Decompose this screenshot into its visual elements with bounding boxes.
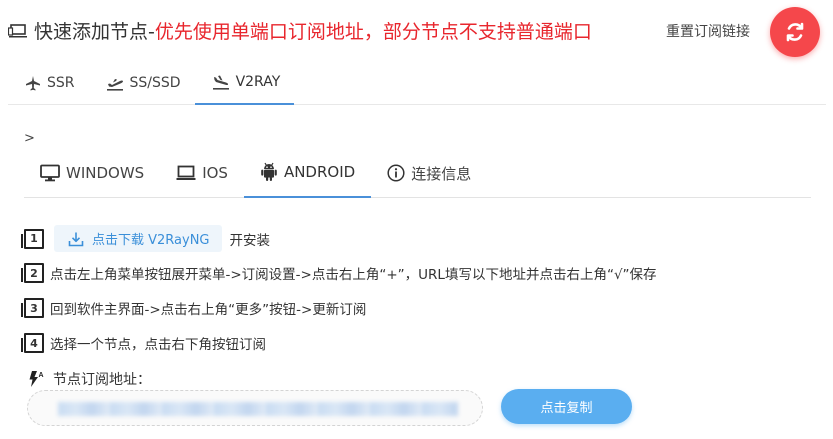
download-button-label: 点击下载 V2RayNG (92, 233, 210, 248)
monitor-icon (40, 164, 60, 182)
tab-ios[interactable]: IOS (160, 148, 244, 198)
copy-button[interactable]: 点击复制 (501, 389, 632, 424)
step-3-text: 回到软件主界面->点击右上角“更多”按钮->更新订阅 (50, 302, 367, 318)
download-icon (68, 232, 84, 246)
tab-android-label: ANDROID (283, 163, 356, 181)
step-number: 4 (21, 333, 44, 353)
tab-connection-info[interactable]: 连接信息 (371, 148, 487, 198)
step-1-text: 开安装 (229, 232, 271, 249)
step-number: 1 (21, 228, 44, 249)
auto-flash-icon: A (29, 371, 44, 387)
info-icon (387, 164, 405, 182)
tab-connection-info-label: 连接信息 (411, 164, 472, 183)
step-1: 1 点击下载 V2RayNG 开安装 (21, 225, 271, 252)
subscription-label-text: 节点订阅地址： (53, 372, 151, 388)
refresh-button[interactable] (770, 7, 820, 57)
airplane-icon (26, 75, 40, 90)
tab-v2ray[interactable]: V2RAY (194, 60, 295, 105)
laptop-icon (8, 23, 27, 37)
step-number: 2 (21, 263, 44, 283)
title-warning: 优先使用单端口订阅地址，部分节点不支持普通端口 (154, 21, 592, 43)
download-v2rayng-button[interactable]: 点击下载 V2RayNG (54, 225, 222, 252)
step-3: 3 回到软件主界面->点击右上角“更多”按钮->更新订阅 (21, 298, 367, 318)
step-2-text: 点击左上角菜单按钮展开菜单->订阅设置->点击右上角“+”，URL填写以下地址并… (50, 267, 657, 283)
tab-ssr[interactable]: SSR (8, 60, 89, 105)
svg-text:A: A (39, 372, 44, 379)
step-2: 2 点击左上角菜单按钮展开菜单->订阅设置->点击右上角“+”，URL填写以下地… (21, 263, 657, 283)
page-title: 快速添加节点- 优先使用单端口订阅地址，部分节点不支持普通端口 (8, 17, 592, 44)
subscription-url-field[interactable] (27, 390, 483, 426)
tab-ios-label: IOS (202, 164, 228, 182)
breadcrumb: > (24, 131, 35, 146)
step-4-text: 选择一个节点，点击右下角按钮订阅 (50, 337, 266, 353)
tab-ss-ssd[interactable]: SS/SSD (89, 60, 195, 105)
tab-windows[interactable]: WINDOWS (24, 148, 160, 198)
title-prefix: 快速添加节点- (34, 21, 155, 43)
blurred-url (58, 402, 458, 416)
tab-ss-ssd-label: SS/SSD (129, 74, 181, 91)
tab-windows-label: WINDOWS (66, 164, 145, 182)
os-tabs: WINDOWS IOS ANDROID 连接信息 (24, 148, 811, 198)
tab-ssr-label: SSR (47, 74, 75, 91)
laptop-icon (176, 165, 196, 180)
reset-subscription-link[interactable]: 重置订阅链接 (666, 21, 750, 41)
step-4: 4 选择一个节点，点击右下角按钮订阅 (21, 333, 266, 353)
protocol-tabs: SSR SS/SSD V2RAY (8, 60, 826, 105)
header: 快速添加节点- 优先使用单端口订阅地址，部分节点不支持普通端口 重置订阅链接 (0, 0, 833, 60)
android-icon (261, 162, 277, 181)
subscription-address-label: A 节点订阅地址： (27, 369, 151, 389)
airplane-landing-icon (212, 75, 229, 90)
refresh-icon (786, 22, 804, 42)
tab-android[interactable]: ANDROID (243, 148, 372, 198)
airplane-takeoff-icon (106, 78, 123, 91)
tab-v2ray-label: V2RAY (235, 73, 281, 90)
step-number: 3 (21, 298, 44, 318)
